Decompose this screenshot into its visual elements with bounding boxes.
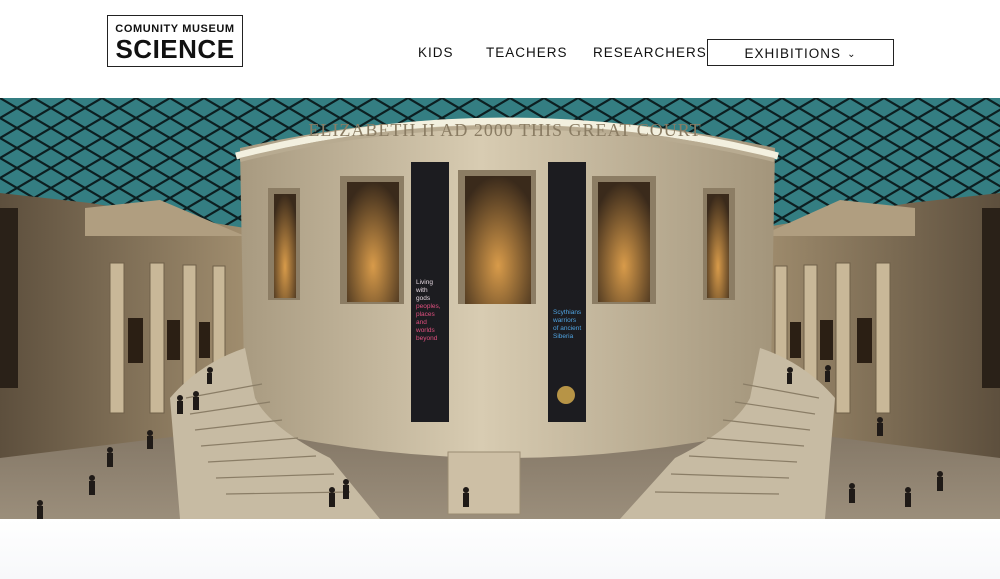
museum-great-court-photo: ELIZABETH II AD 2000 THIS GREAT COURT Li… — [0, 98, 1000, 519]
logo-title: SCIENCE — [115, 34, 235, 64]
banner-left-line-8: beyond — [416, 335, 438, 342]
banner-left-line-3: gods — [416, 295, 431, 302]
drum-inscription: ELIZABETH II AD 2000 THIS GREAT COURT — [308, 120, 701, 140]
nav-item-kids[interactable]: KIDS — [418, 39, 454, 66]
banner-left-line-1: Living — [416, 279, 433, 286]
chevron-down-icon: ⌄ — [847, 49, 857, 60]
content-placeholder — [0, 519, 1000, 579]
exhibition-banner-right — [548, 162, 586, 422]
exhibitions-label: EXHIBITIONS — [744, 46, 842, 61]
banner-right-line-3: of ancient — [553, 325, 581, 332]
site-logo[interactable]: COMUNITY MUSEUM SCIENCE — [107, 15, 243, 67]
banner-left-line-2: with — [415, 287, 428, 294]
banner-right-line-1: Scythians — [553, 309, 582, 316]
banner-right-line-2: warriors — [552, 317, 577, 324]
banner-left-line-6: and — [416, 319, 427, 326]
exhibitions-dropdown[interactable]: EXHIBITIONS ⌄ — [707, 39, 894, 66]
nav-item-teachers[interactable]: TEACHERS — [486, 39, 568, 66]
banner-right-line-4: Siberia — [553, 333, 574, 340]
nav-item-researchers[interactable]: RESEARCHERS — [593, 39, 707, 66]
banner-left-line-4: peoples, — [416, 303, 441, 310]
site-header: COMUNITY MUSEUM SCIENCE KIDS TEACHERS RE… — [0, 0, 1000, 98]
banner-left-line-7: worlds — [415, 327, 436, 334]
banner-left-line-5: places — [416, 311, 436, 318]
hero-image: ELIZABETH II AD 2000 THIS GREAT COURT Li… — [0, 98, 1000, 519]
